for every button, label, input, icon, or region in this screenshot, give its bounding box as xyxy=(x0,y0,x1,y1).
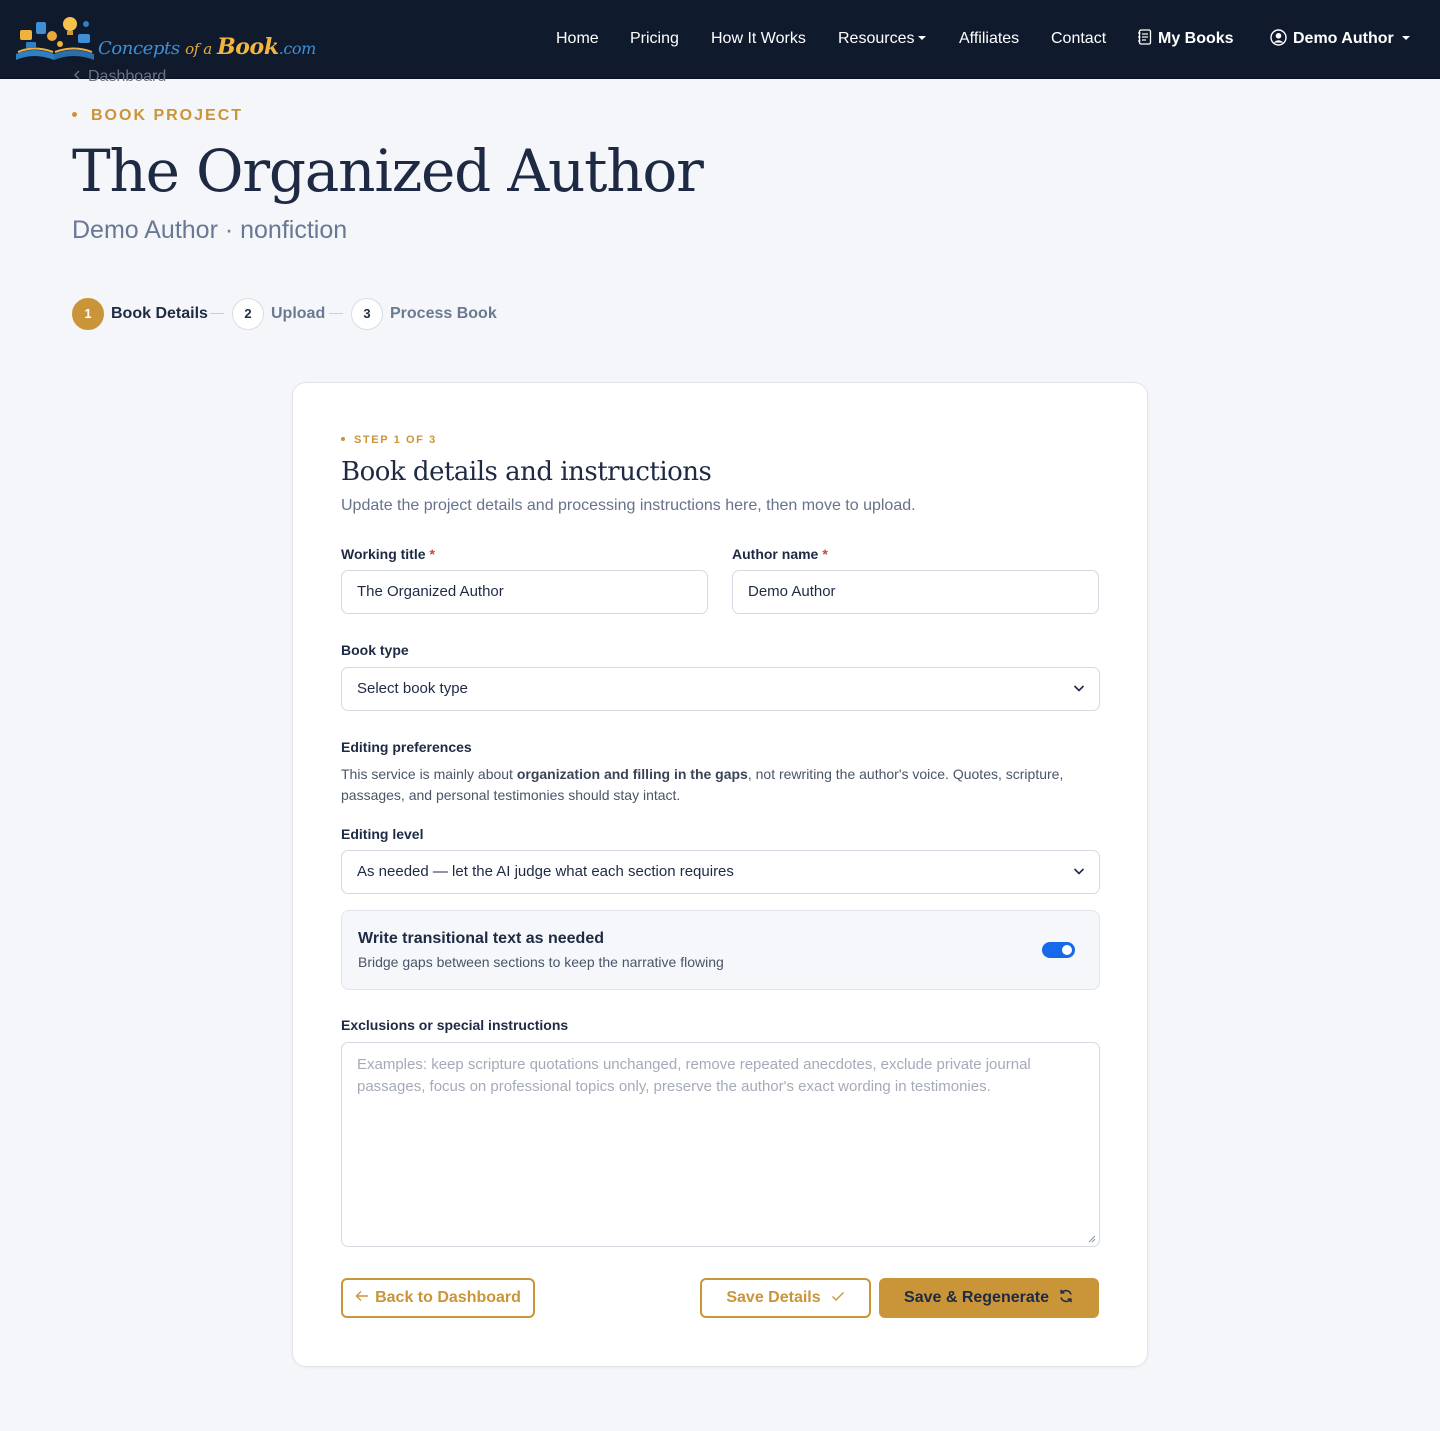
project-eyebrow: BOOK PROJECT xyxy=(72,107,243,125)
bullet-dot-icon xyxy=(341,437,345,442)
exclusions-textarea[interactable]: Examples: keep scripture quotations unch… xyxy=(341,1042,1100,1247)
nav-home[interactable]: Home xyxy=(556,29,599,49)
step-separator xyxy=(329,313,343,314)
book-type-value: Select book type xyxy=(357,680,468,697)
exclusions-placeholder: Examples: keep scripture quotations unch… xyxy=(357,1056,1031,1095)
nav-user-name: Demo Author xyxy=(1293,30,1394,47)
back-link-label: Dashboard xyxy=(88,68,167,85)
nav-how-it-works[interactable]: How It Works xyxy=(711,29,806,49)
author-name-label: Author name * xyxy=(732,546,828,562)
logo-wordmark: Concepts of a Book.com xyxy=(98,34,316,60)
refresh-icon xyxy=(1060,1290,1072,1303)
open-book-logo-icon xyxy=(16,17,94,60)
eyebrow-label: BOOK PROJECT xyxy=(91,107,244,124)
required-marker: * xyxy=(822,546,828,562)
book-type-select[interactable]: Select book type xyxy=(341,667,1100,711)
save-and-regenerate-button[interactable]: Save & Regenerate xyxy=(879,1278,1099,1318)
nav-my-books-label: My Books xyxy=(1158,30,1234,47)
transitional-text-option: Write transitional text as needed Bridge… xyxy=(341,910,1100,990)
author-name-input[interactable]: Demo Author xyxy=(732,570,1099,614)
step-separator xyxy=(210,313,224,314)
nav-contact[interactable]: Contact xyxy=(1051,29,1106,49)
resize-grip-icon[interactable] xyxy=(1088,1235,1096,1243)
back-button-label: Back to Dashboard xyxy=(375,1289,521,1306)
editing-level-select[interactable]: As needed — let the AI judge what each s… xyxy=(341,850,1100,894)
editing-preferences-heading: Editing preferences xyxy=(341,739,472,755)
checkmark-icon xyxy=(831,1291,844,1301)
editing-level-value: As needed — let the AI judge what each s… xyxy=(357,863,734,880)
editing-preferences-text: This service is mainly about organizatio… xyxy=(341,766,1064,803)
back-to-dashboard-link[interactable]: Dashboard xyxy=(72,68,166,86)
toggle-knob xyxy=(1062,945,1072,955)
nav-resources-label: Resources xyxy=(838,30,915,47)
bullet-dot-icon xyxy=(72,111,77,117)
book-details-card: STEP 1 OF 3 Book details and instruction… xyxy=(292,382,1148,1367)
chevron-left-icon xyxy=(74,70,80,80)
user-avatar-icon xyxy=(1270,29,1287,46)
transitional-text-toggle[interactable] xyxy=(1042,942,1075,958)
caret-down-icon xyxy=(1401,35,1410,40)
editing-level-label: Editing level xyxy=(341,826,424,842)
top-navbar: Concepts of a Book.com Home Pricing How … xyxy=(0,0,1440,79)
arrow-left-icon xyxy=(355,1291,369,1302)
step-3-badge[interactable]: 3 xyxy=(351,298,383,330)
save-button-label: Save Details xyxy=(726,1289,821,1306)
card-description: Update the project details and processin… xyxy=(341,497,916,514)
exclusions-label: Exclusions or special instructions xyxy=(341,1017,569,1033)
card-title: Book details and instructions xyxy=(341,457,712,487)
step-2-badge[interactable]: 2 xyxy=(232,298,264,330)
step-3-label[interactable]: Process Book xyxy=(390,305,497,323)
nav-user-menu[interactable]: Demo Author xyxy=(1270,29,1410,49)
chevron-down-icon xyxy=(1073,685,1085,692)
nav-affiliates[interactable]: Affiliates xyxy=(959,29,1019,49)
nav-pricing[interactable]: Pricing xyxy=(630,29,679,49)
site-logo[interactable]: Concepts of a Book.com xyxy=(12,14,316,64)
step-indicator: STEP 1 OF 3 xyxy=(341,434,437,446)
nav-my-books[interactable]: My Books xyxy=(1138,29,1234,49)
step-1-badge[interactable]: 1 xyxy=(72,298,104,330)
page-title: The Organized Author xyxy=(72,137,704,205)
save-details-button[interactable]: Save Details xyxy=(700,1278,871,1318)
nav-resources[interactable]: Resources xyxy=(838,29,927,49)
working-title-label: Working title * xyxy=(341,546,435,562)
caret-down-icon xyxy=(918,35,927,40)
chevron-down-icon xyxy=(1073,868,1085,875)
book-type-label: Book type xyxy=(341,642,409,658)
step-indicator-label: STEP 1 OF 3 xyxy=(354,434,437,446)
transitional-text-description: Bridge gaps between sections to keep the… xyxy=(358,954,724,970)
required-marker: * xyxy=(429,546,435,562)
save-regenerate-label: Save & Regenerate xyxy=(904,1289,1049,1306)
step-2-label[interactable]: Upload xyxy=(271,305,325,323)
page-subtitle: Demo Author · nonfiction xyxy=(72,216,348,244)
working-title-input[interactable]: The Organized Author xyxy=(341,570,708,614)
back-to-dashboard-button[interactable]: Back to Dashboard xyxy=(341,1278,535,1318)
transitional-text-title: Write transitional text as needed xyxy=(358,930,604,947)
step-1-label[interactable]: Book Details xyxy=(111,305,208,323)
journal-icon xyxy=(1138,29,1152,45)
